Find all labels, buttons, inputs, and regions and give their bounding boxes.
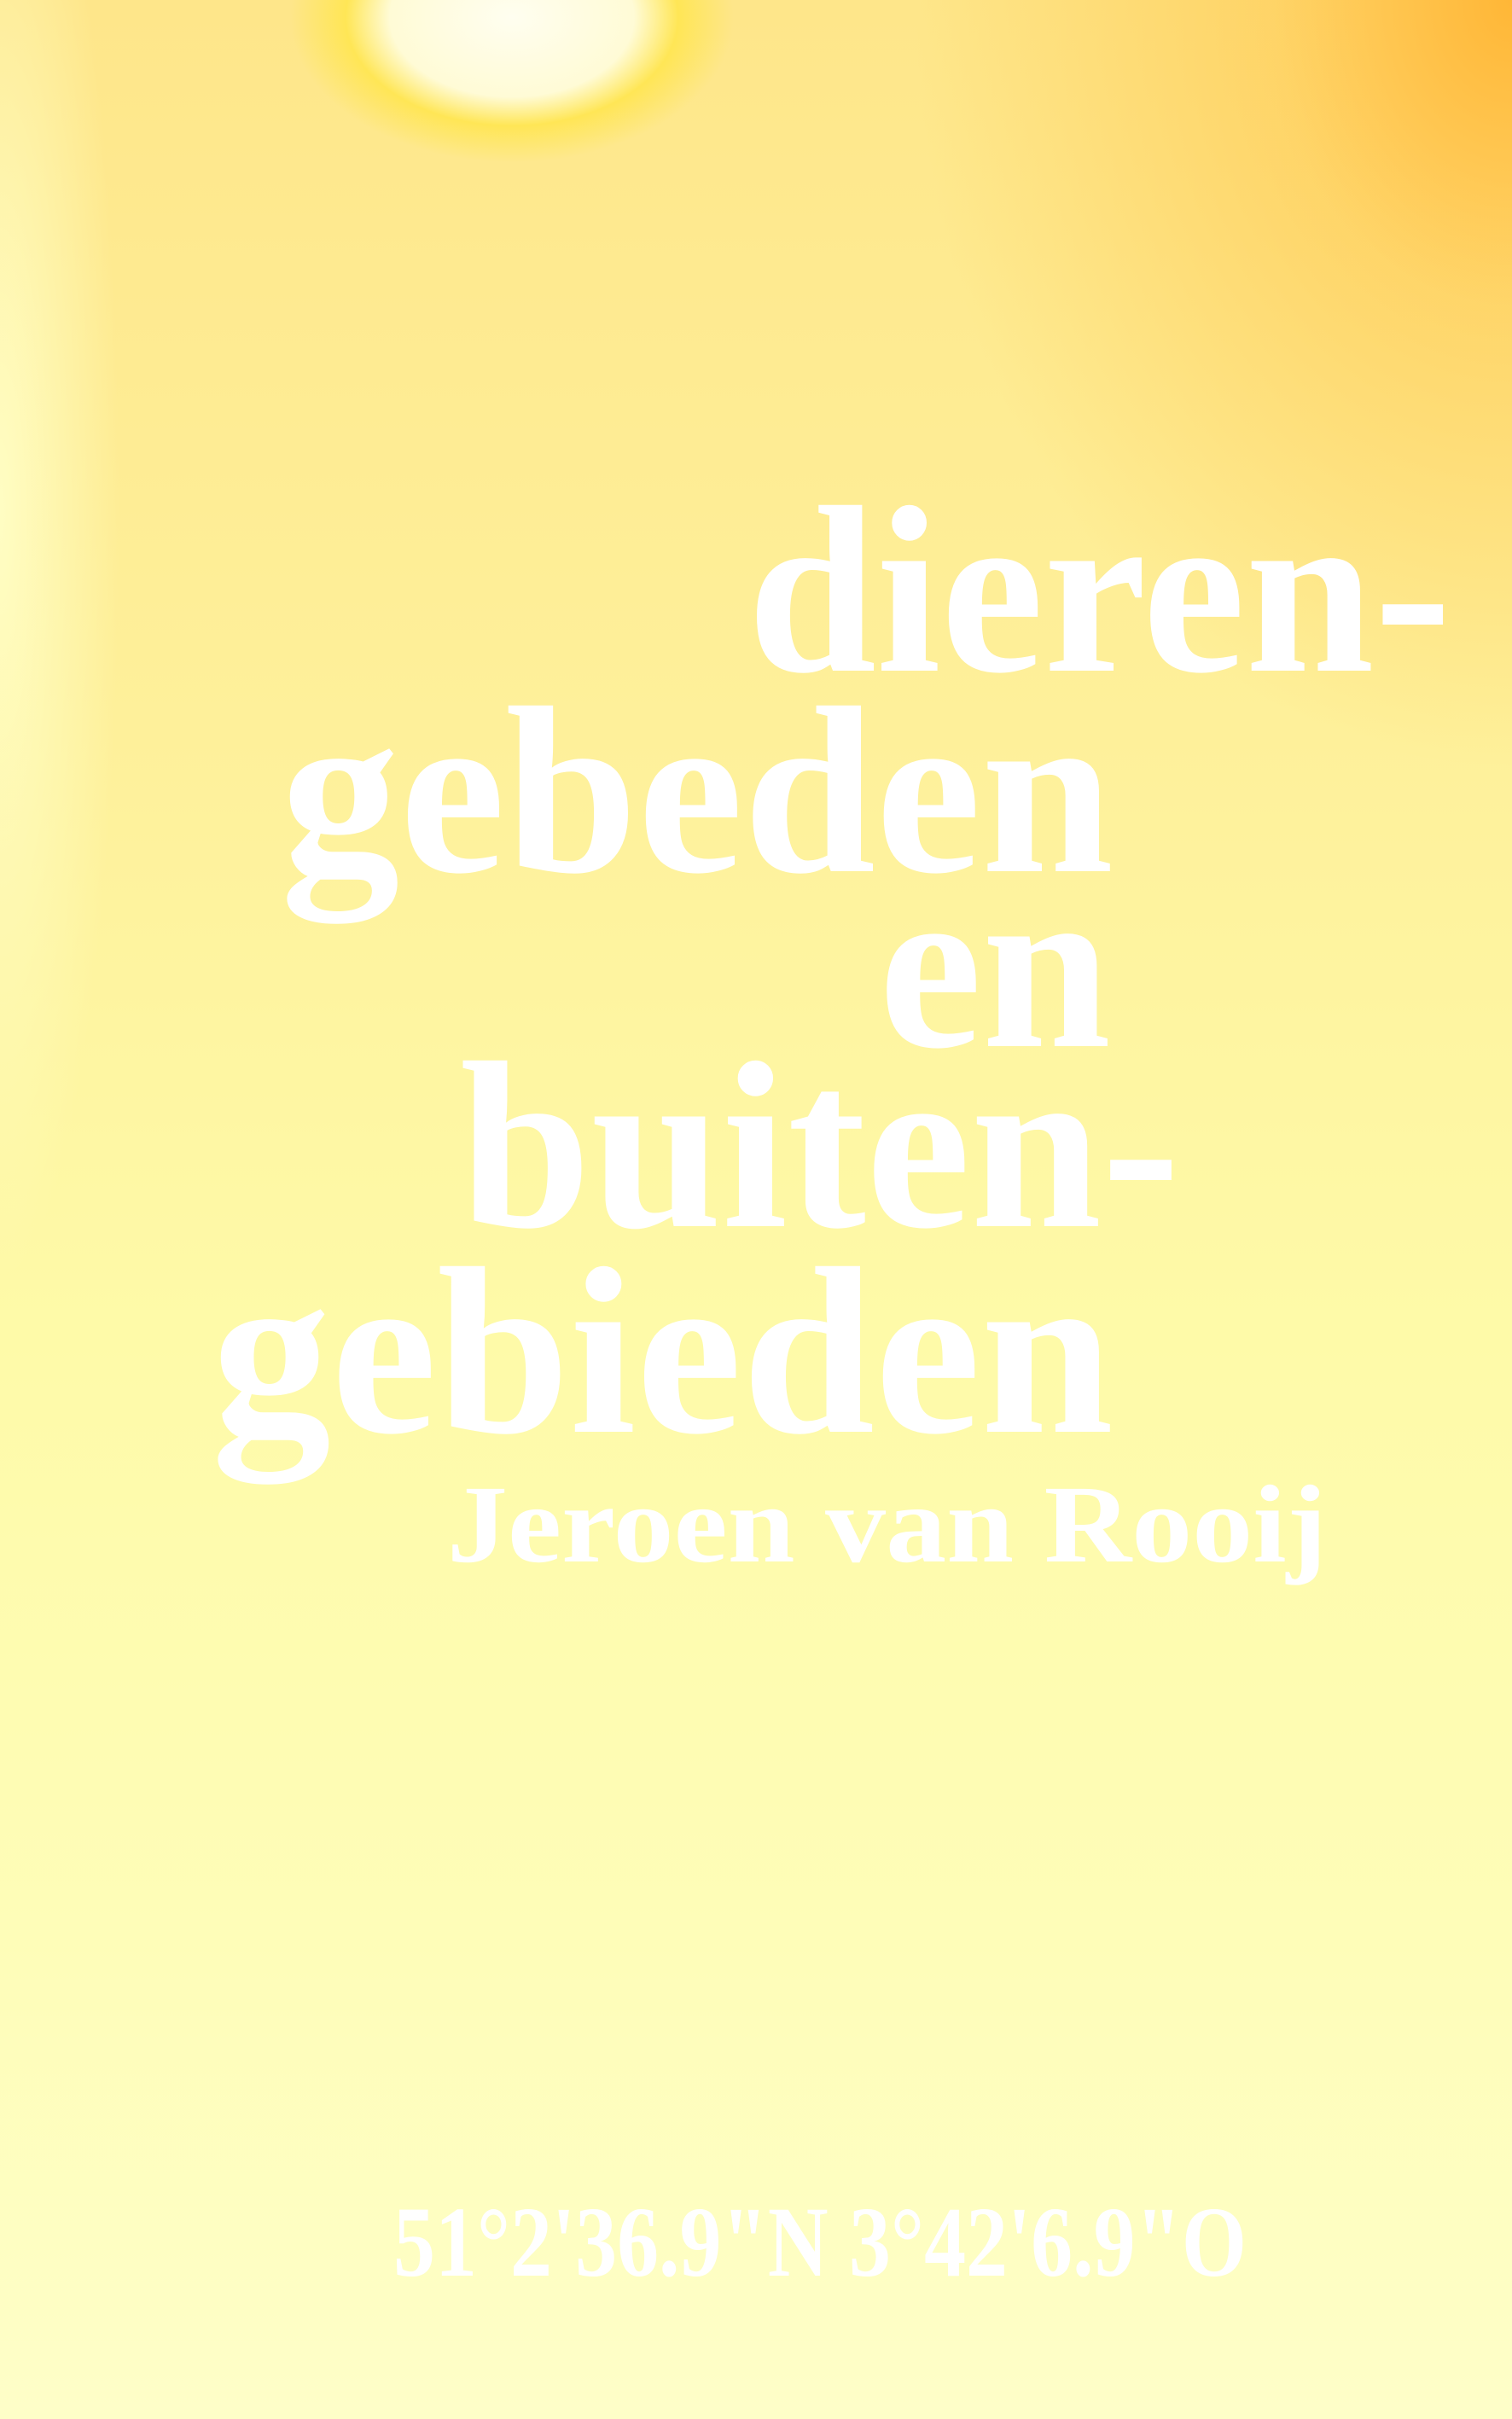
author-name: Jeroen van Rooij bbox=[447, 1463, 1327, 1586]
book-cover: dieren- gebeden en buiten- gebieden Jero… bbox=[212, 457, 1451, 2298]
title-line-5: gebieden bbox=[212, 1218, 1114, 1488]
gps-coordinates: 51°2'36.9"N 3°42'6.9"O bbox=[393, 2186, 1247, 2298]
book-title: dieren- gebeden en buiten- gebieden bbox=[212, 457, 1451, 1488]
